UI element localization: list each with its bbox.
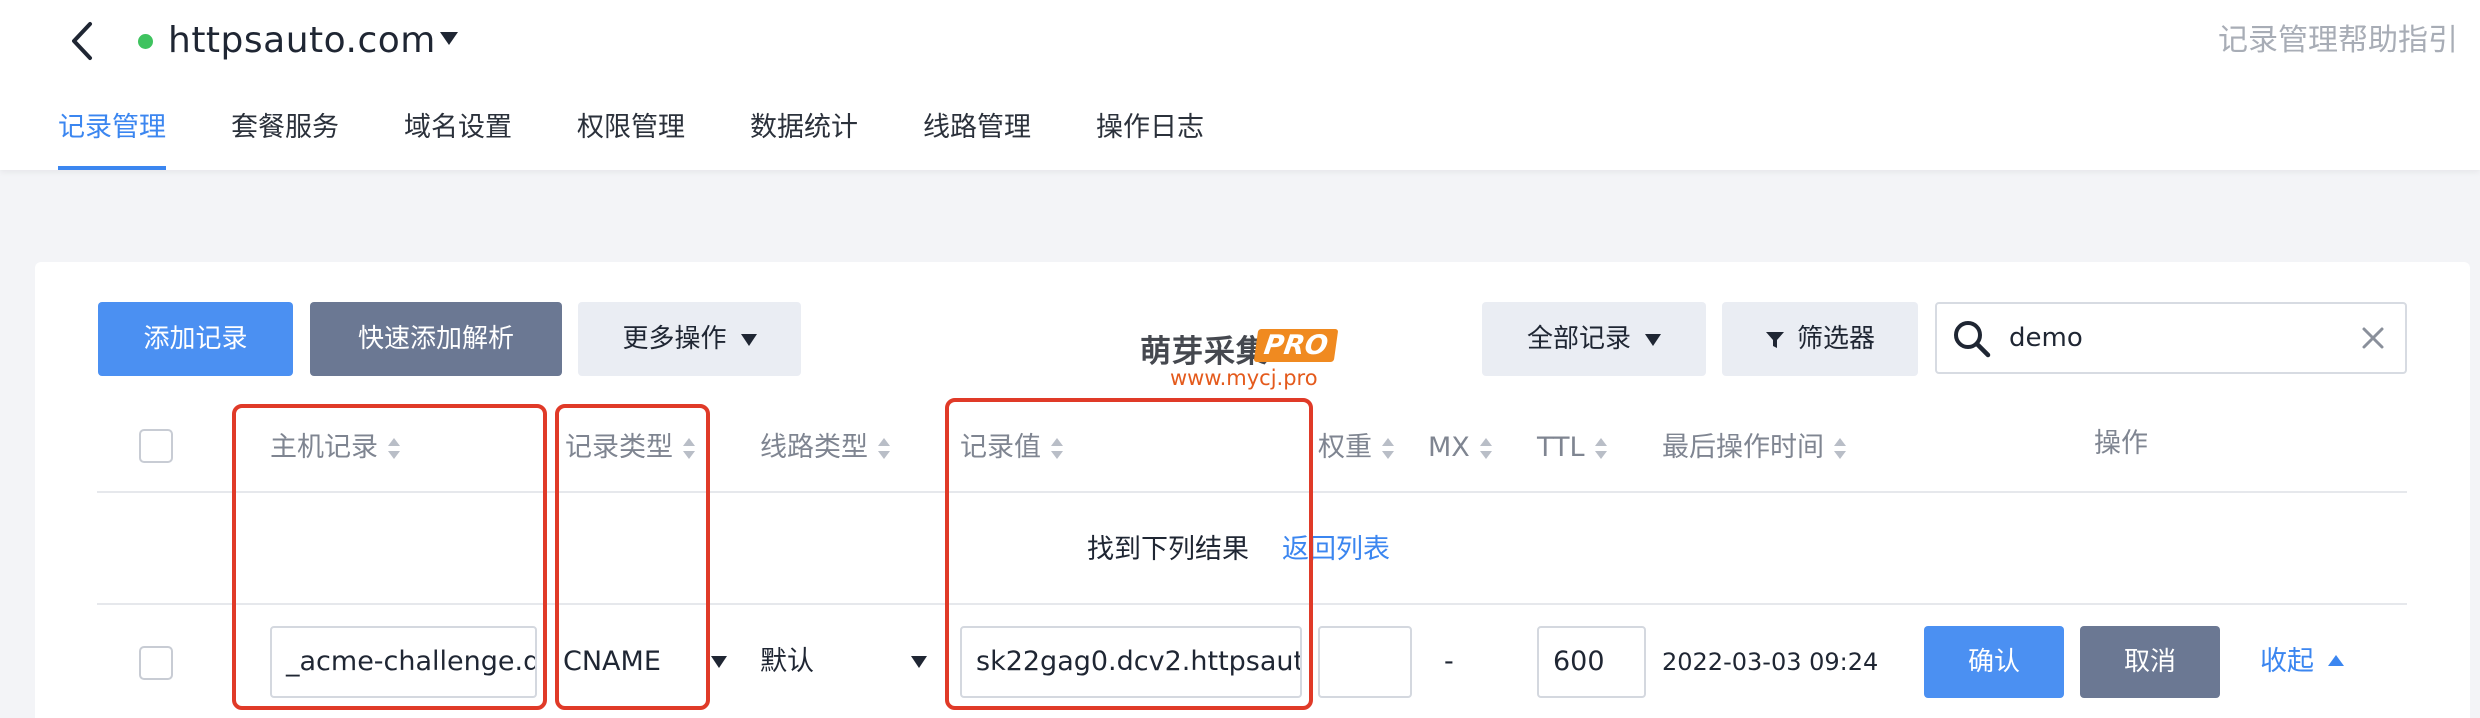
top-header: httpsauto.com 记录管理帮助指引 记录管理 套餐服务 域名设置 权限… [0, 0, 2480, 170]
domain-dropdown-caret-icon[interactable] [440, 32, 458, 45]
column-header-weight-label: 权重 [1318, 432, 1372, 463]
chevron-down-icon[interactable] [711, 656, 727, 668]
chevron-down-icon [1645, 333, 1661, 346]
column-header-ttl-label: TTL [1537, 432, 1585, 463]
sort-icon[interactable] [1382, 437, 1394, 460]
column-header-last-modified[interactable]: 最后操作时间 [1662, 428, 1846, 468]
more-actions-button[interactable]: 更多操作 [578, 302, 801, 376]
highlight-box-type [555, 404, 710, 710]
column-header-mx-label: MX [1428, 432, 1470, 463]
highlight-box-host [232, 404, 547, 710]
add-record-button[interactable]: 添加记录 [98, 302, 293, 376]
select-all-checkbox[interactable] [139, 429, 173, 463]
sort-icon[interactable] [1479, 437, 1492, 460]
last-modified-time: 2022-03-03 09:24 [1662, 648, 1879, 676]
filter-button[interactable]: 筛选器 [1722, 302, 1918, 376]
tab-domain-settings[interactable]: 域名设置 [404, 104, 512, 170]
domain-name[interactable]: httpsauto.com [168, 16, 436, 66]
tab-operation-log[interactable]: 操作日志 [1096, 104, 1204, 170]
help-guide-link[interactable]: 记录管理帮助指引 [2218, 20, 2458, 62]
column-header-mx[interactable]: MX [1428, 428, 1492, 468]
ttl-input[interactable]: 600 [1537, 626, 1646, 698]
chevron-down-icon [740, 333, 757, 346]
back-arrow-icon[interactable] [62, 16, 102, 66]
mx-value: - [1444, 646, 1454, 677]
row-checkbox[interactable] [139, 646, 173, 680]
tab-record-management[interactable]: 记录管理 [58, 104, 166, 170]
quick-add-button[interactable]: 快速添加解析 [310, 302, 562, 376]
collapse-label: 收起 [2260, 646, 2314, 677]
sort-icon[interactable] [1834, 437, 1846, 460]
filter-icon [1765, 331, 1784, 348]
column-header-actions: 操作 [2094, 428, 2148, 459]
filter-label: 筛选器 [1796, 324, 1875, 354]
highlight-box-value [945, 398, 1313, 710]
column-header-last-modified-label: 最后操作时间 [1662, 432, 1824, 463]
domain-status-dot [138, 34, 153, 49]
all-records-label: 全部记录 [1526, 324, 1631, 354]
chevron-up-icon [2328, 655, 2344, 666]
column-header-line[interactable]: 线路类型 [760, 428, 890, 468]
column-header-ttl[interactable]: TTL [1537, 428, 1607, 468]
watermark-brand: 萌芽采集 [1140, 334, 1268, 370]
chevron-down-icon[interactable] [911, 656, 927, 668]
tab-data-statistics[interactable]: 数据统计 [750, 104, 858, 170]
column-header-line-label: 线路类型 [760, 432, 868, 463]
line-type-select[interactable]: 默认 [760, 626, 814, 698]
search-icon [1954, 321, 1991, 358]
cancel-button[interactable]: 取消 [2080, 626, 2220, 698]
confirm-button[interactable]: 确认 [1924, 626, 2064, 698]
tab-permission-management[interactable]: 权限管理 [577, 104, 685, 170]
nav-tabs: 记录管理 套餐服务 域名设置 权限管理 数据统计 线路管理 操作日志 [58, 104, 1269, 170]
sort-icon[interactable] [878, 437, 890, 460]
search-input[interactable] [2009, 316, 2349, 360]
collapse-link[interactable]: 收起 [2260, 626, 2344, 698]
sort-icon[interactable] [1594, 437, 1607, 460]
weight-input[interactable] [1318, 626, 1412, 698]
search-box [1935, 302, 2407, 374]
all-records-dropdown[interactable]: 全部记录 [1482, 302, 1706, 376]
column-header-weight[interactable]: 权重 [1318, 428, 1394, 468]
more-actions-label: 更多操作 [622, 324, 727, 354]
tab-line-management[interactable]: 线路管理 [923, 104, 1031, 170]
watermark-url: www.mycj.pro [1170, 366, 1318, 390]
clear-search-icon[interactable] [2355, 320, 2391, 356]
tab-package-service[interactable]: 套餐服务 [231, 104, 339, 170]
watermark-pro-badge: PRO [1253, 329, 1339, 362]
